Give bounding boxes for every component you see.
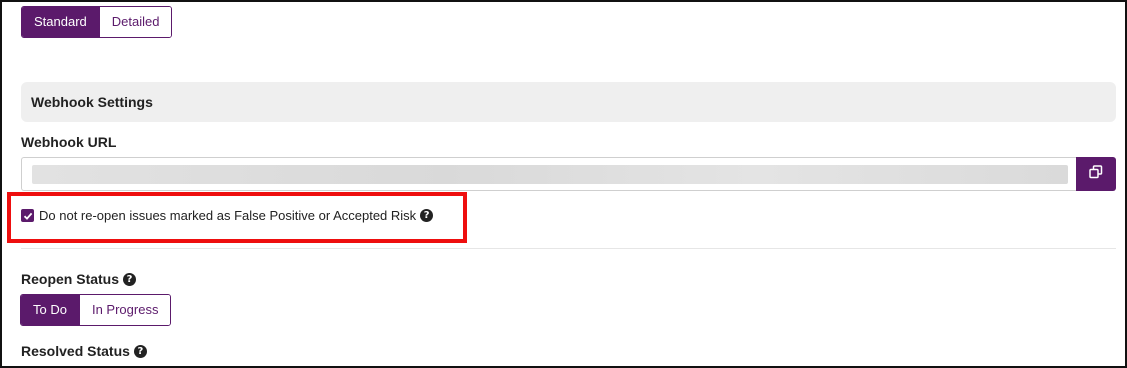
reopen-status-todo-button[interactable]: To Do — [21, 295, 79, 325]
redacted-url-value — [32, 165, 1068, 184]
detailed-view-button[interactable]: Detailed — [98, 7, 172, 37]
resolved-status-help-icon[interactable]: ? — [133, 344, 147, 358]
copy-icon — [1089, 164, 1103, 184]
divider — [21, 248, 1116, 249]
reopen-status-toggle: To Do In Progress — [20, 294, 172, 326]
reopen-status-label-row: Reopen Status ? — [21, 271, 137, 287]
standard-view-button[interactable]: Standard — [22, 7, 99, 37]
webhook-settings-header: Webhook Settings — [21, 82, 1116, 122]
resolved-status-label-row: Resolved Status ? — [21, 343, 147, 359]
copy-url-button[interactable] — [1076, 157, 1116, 191]
webhook-url-label: Webhook URL — [21, 134, 117, 150]
resolved-status-label: Resolved Status — [21, 343, 130, 359]
highlight-box — [7, 192, 467, 243]
view-toggle: Standard Detailed — [21, 6, 173, 38]
webhook-url-row — [21, 157, 1116, 191]
reopen-status-label: Reopen Status — [21, 271, 120, 287]
reopen-status-help-icon[interactable]: ? — [123, 272, 137, 286]
webhook-url-field[interactable] — [21, 157, 1076, 191]
reopen-status-in-progress-button[interactable]: In Progress — [78, 295, 171, 325]
